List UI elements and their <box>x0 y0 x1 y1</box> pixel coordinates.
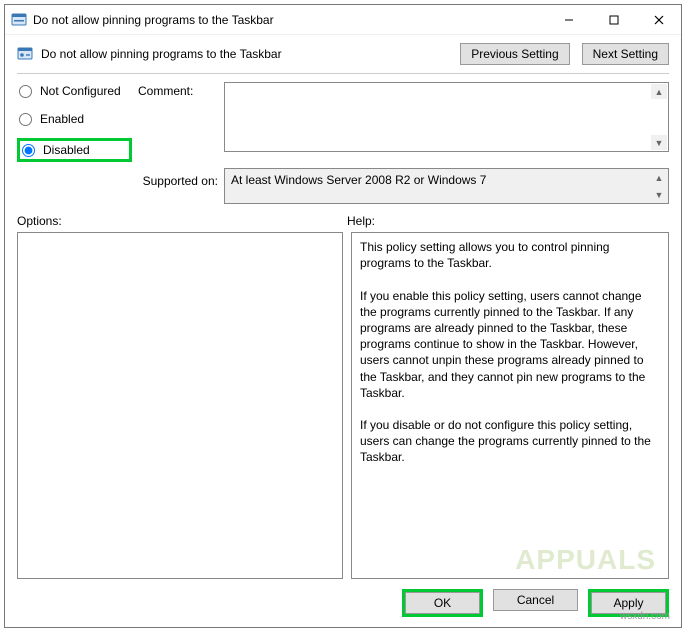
radio-disabled-input[interactable] <box>22 144 35 157</box>
separator <box>17 73 669 74</box>
highlight-disabled: Disabled <box>17 138 132 162</box>
next-setting-button[interactable]: Next Setting <box>582 43 669 65</box>
header: Do not allow pinning programs to the Tas… <box>5 35 681 69</box>
window-controls <box>546 5 681 34</box>
help-p2: If you enable this policy setting, users… <box>360 288 660 401</box>
help-box[interactable]: This policy setting allows you to contro… <box>351 232 669 579</box>
radio-enabled-label: Enabled <box>40 112 84 126</box>
supported-on-box: At least Windows Server 2008 R2 or Windo… <box>224 168 669 204</box>
highlight-apply: Apply <box>588 589 669 617</box>
scroll-up-icon[interactable]: ▲ <box>651 170 667 185</box>
supported-label: Supported on: <box>138 168 218 188</box>
dialog-window: Do not allow pinning programs to the Tas… <box>4 4 682 628</box>
radio-not-configured[interactable]: Not Configured <box>17 82 132 100</box>
radio-enabled[interactable]: Enabled <box>17 110 132 128</box>
options-box[interactable] <box>17 232 343 579</box>
scroll-up-icon[interactable]: ▲ <box>651 84 667 99</box>
titlebar: Do not allow pinning programs to the Tas… <box>5 5 681 35</box>
help-p1: This policy setting allows you to contro… <box>360 239 660 271</box>
minimize-button[interactable] <box>546 5 591 34</box>
radio-not-configured-input[interactable] <box>19 85 32 98</box>
state-radio-group: Not Configured Enabled Disabled <box>17 82 132 162</box>
comment-textarea[interactable]: ▲ ▼ <box>224 82 669 152</box>
scroll-down-icon[interactable]: ▼ <box>651 135 667 150</box>
help-p3: If you disable or do not configure this … <box>360 417 660 466</box>
close-button[interactable] <box>636 5 681 34</box>
help-label: Help: <box>347 214 375 228</box>
radio-enabled-input[interactable] <box>19 113 32 126</box>
cancel-button[interactable]: Cancel <box>493 589 578 611</box>
supported-on-text: At least Windows Server 2008 R2 or Windo… <box>231 173 486 187</box>
window-title: Do not allow pinning programs to the Tas… <box>33 13 546 27</box>
config-grid: Not Configured Enabled Disabled Comment:… <box>5 82 681 204</box>
scroll-down-icon[interactable]: ▼ <box>651 187 667 202</box>
policy-title: Do not allow pinning programs to the Tas… <box>41 47 452 61</box>
radio-disabled-label: Disabled <box>43 143 90 157</box>
mid-labels: Options: Help: <box>5 204 681 232</box>
policy-icon <box>11 12 27 28</box>
radio-not-configured-label: Not Configured <box>40 84 121 98</box>
ok-button[interactable]: OK <box>405 592 480 614</box>
bottom-bar: OK Cancel Apply <box>5 579 681 627</box>
previous-setting-button[interactable]: Previous Setting <box>460 43 569 65</box>
comment-label: Comment: <box>138 82 218 98</box>
options-label: Options: <box>17 214 347 228</box>
apply-button[interactable]: Apply <box>591 592 666 614</box>
settings-icon <box>17 46 33 62</box>
mid-area: This policy setting allows you to contro… <box>5 232 681 579</box>
highlight-ok: OK <box>402 589 483 617</box>
maximize-button[interactable] <box>591 5 636 34</box>
radio-disabled[interactable]: Disabled <box>20 141 92 159</box>
